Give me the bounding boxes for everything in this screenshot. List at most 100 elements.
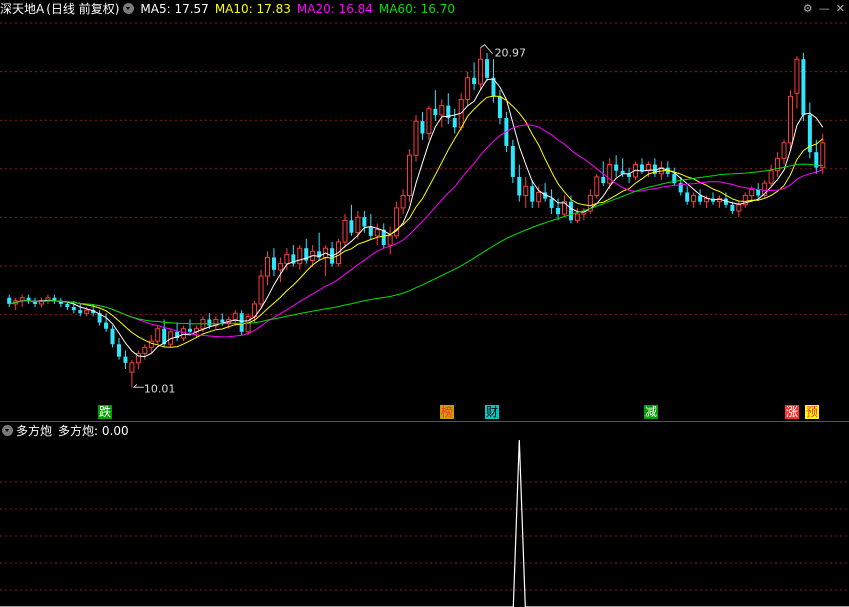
candle [239, 310, 244, 335]
candle [756, 183, 761, 199]
candle [277, 257, 283, 283]
candle [291, 245, 296, 267]
candle-body [239, 313, 244, 332]
candle [26, 294, 31, 304]
candle [110, 325, 115, 348]
candle [323, 245, 329, 277]
candle [104, 313, 109, 332]
candle [33, 297, 38, 308]
candle [672, 167, 677, 187]
high-arrow [480, 44, 493, 55]
candle-body [781, 142, 787, 159]
indicator-name[interactable]: 多方炮 [16, 424, 52, 438]
candle-body [452, 118, 457, 128]
candlestick-chart[interactable]: 20.97 10.01 [0, 0, 849, 421]
candle [116, 338, 121, 360]
candle [155, 325, 161, 345]
grid-lines [0, 22, 849, 316]
indicator-header: 多方炮 多方炮: 0.00 [0, 423, 129, 439]
candle [342, 214, 348, 249]
candle [413, 114, 419, 162]
candle [264, 251, 270, 286]
candle-body [433, 108, 438, 115]
candle-body [574, 213, 580, 221]
candle [45, 294, 51, 304]
candle [452, 108, 457, 134]
candle-body [794, 58, 800, 94]
candle [426, 105, 432, 140]
candle [433, 90, 438, 122]
candle-body [355, 216, 361, 234]
candle [13, 297, 19, 311]
candle-body [368, 226, 373, 236]
indicator-chart[interactable] [0, 422, 849, 607]
candle [762, 180, 768, 199]
candle-body [420, 121, 425, 134]
candle-body [820, 142, 826, 169]
candle-body [264, 256, 270, 277]
candle-body [426, 108, 432, 135]
signal-marker[interactable]: 跌 [98, 405, 113, 419]
candle-body [685, 192, 690, 202]
candle [52, 294, 57, 304]
candle [97, 310, 102, 326]
candle [801, 52, 806, 122]
candle [768, 164, 774, 187]
candle [698, 189, 703, 205]
candle-body [485, 59, 490, 78]
candle-body [78, 310, 83, 314]
candle-body [245, 315, 251, 333]
signal-marker[interactable]: 涨 [785, 405, 800, 419]
candle-body [787, 95, 793, 144]
candle [188, 319, 193, 335]
candle-body [698, 195, 703, 202]
candle [181, 325, 187, 342]
candle-body [594, 176, 600, 197]
candle [594, 173, 600, 199]
candle-body [362, 217, 367, 227]
signal-marker[interactable]: 预 [805, 405, 820, 419]
candle-body [517, 176, 522, 196]
candle [446, 93, 451, 125]
candle [627, 167, 632, 184]
candle-body [614, 164, 619, 171]
candle [245, 313, 251, 335]
signal-marker[interactable]: 财 [485, 405, 500, 419]
candle [536, 186, 542, 208]
candle [742, 192, 748, 208]
candle-body [736, 204, 742, 212]
candle-body [26, 297, 31, 301]
candle-body [207, 319, 212, 326]
candle [562, 195, 568, 218]
signal-marker[interactable]: 减 [644, 405, 659, 419]
candle [349, 204, 354, 236]
dropdown-icon[interactable] [2, 425, 13, 436]
candle [685, 186, 690, 205]
candle [304, 238, 309, 264]
candle [807, 102, 812, 159]
high-price-label: 20.97 [495, 47, 526, 60]
candle [523, 176, 529, 208]
candle [142, 344, 148, 360]
candle-body [465, 77, 471, 100]
candle-body [232, 312, 238, 320]
signal-marker[interactable]: 榜 [440, 405, 455, 419]
candle [394, 201, 400, 239]
candle-body [413, 120, 419, 156]
candle [148, 334, 154, 354]
candle-body [536, 191, 542, 203]
candle-body [472, 77, 477, 84]
ma60-line [9, 163, 823, 325]
candle-body [297, 247, 303, 265]
candle [387, 226, 393, 255]
candle-body [148, 340, 154, 348]
candle-body [277, 263, 283, 271]
candle-body [549, 198, 554, 208]
candle-body [284, 253, 290, 265]
candle-body [439, 105, 445, 116]
candle [587, 189, 593, 215]
candle-body [497, 96, 502, 119]
candle-body [19, 297, 25, 302]
candle-body [556, 207, 561, 215]
candle [39, 297, 45, 308]
